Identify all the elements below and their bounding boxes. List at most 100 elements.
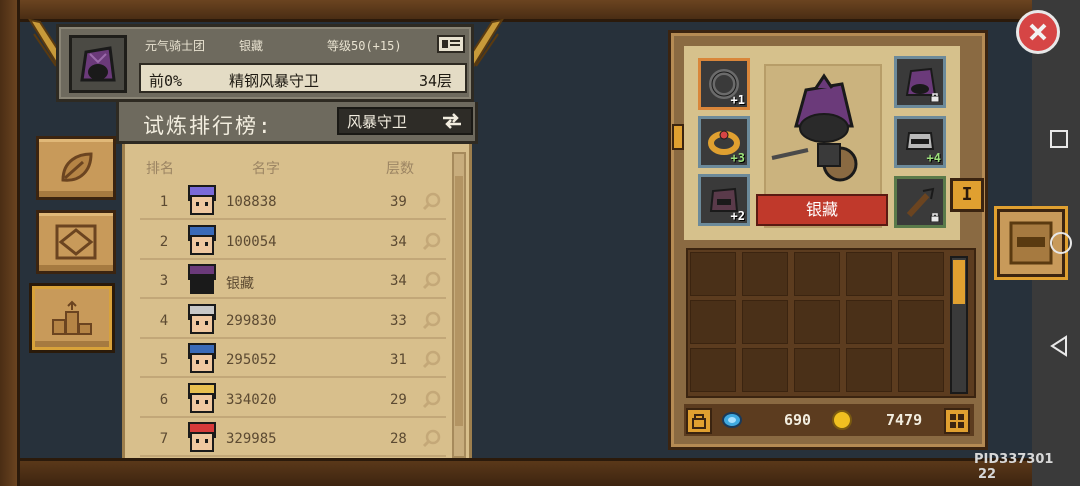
inventory-slot[interactable] bbox=[898, 300, 944, 344]
guild-name: 元气骑士团 bbox=[145, 39, 206, 53]
close-button[interactable] bbox=[1016, 10, 1060, 54]
tab-ranking[interactable] bbox=[32, 286, 112, 350]
equip-slot-weapon[interactable] bbox=[894, 176, 946, 228]
equip-slot-ring-1[interactable]: +1 bbox=[698, 58, 750, 110]
inventory-slot[interactable] bbox=[846, 252, 892, 296]
recent-apps-icon[interactable] bbox=[1048, 128, 1070, 150]
row-rank: 4 bbox=[159, 312, 169, 329]
equip-slot-hood[interactable] bbox=[894, 56, 946, 108]
magnifier-icon[interactable] bbox=[422, 429, 442, 449]
row-player-name: 295052 bbox=[226, 352, 277, 368]
storage-button[interactable] bbox=[686, 408, 712, 434]
inventory-slot[interactable] bbox=[846, 348, 892, 392]
lock-icon bbox=[930, 93, 940, 102]
purple-hair-avatar-icon bbox=[188, 185, 216, 215]
row-floor: 31 bbox=[390, 352, 407, 368]
magnifier-icon[interactable] bbox=[422, 232, 442, 252]
row-floor: 34 bbox=[390, 273, 407, 289]
coin-count: 7479 bbox=[886, 411, 923, 429]
gem-icon bbox=[722, 412, 742, 428]
row-player-name: 银藏 bbox=[226, 276, 254, 292]
leaderboard-row[interactable]: 3 银藏 34 bbox=[140, 261, 446, 299]
boss-select-label: 风暴守卫 bbox=[347, 112, 408, 131]
swap-arrows-icon bbox=[443, 113, 461, 129]
inventory-scroll-thumb[interactable] bbox=[953, 260, 965, 304]
leaderboard-row[interactable]: 5 295052 31 bbox=[140, 340, 446, 378]
magnifier-icon[interactable] bbox=[422, 390, 442, 410]
leaderboard-row[interactable]: 6 334020 29 bbox=[140, 380, 446, 418]
purple-hood-icon bbox=[80, 46, 116, 82]
slot-plus-level: +1 bbox=[730, 93, 745, 107]
magnifier-icon[interactable] bbox=[422, 192, 442, 212]
back-icon[interactable] bbox=[1048, 334, 1070, 358]
cap-knight-avatar-icon bbox=[188, 343, 216, 373]
leaderboard-header: 排名 名字 层数 bbox=[140, 154, 450, 180]
inventory-slot[interactable] bbox=[690, 252, 736, 296]
equip-slot-helmet[interactable]: +2 bbox=[698, 174, 750, 226]
inventory-slot[interactable] bbox=[898, 252, 944, 296]
row-player-name: 334020 bbox=[226, 391, 277, 408]
equip-slot-ring-2[interactable]: +3 bbox=[698, 116, 750, 168]
lock-icon bbox=[930, 213, 940, 222]
inventory-slot[interactable] bbox=[742, 252, 788, 296]
row-floor: 33 bbox=[390, 312, 407, 329]
lock-box-icon bbox=[692, 414, 706, 429]
red-hair-avatar-icon bbox=[188, 422, 216, 452]
row-player-name: 329985 bbox=[226, 431, 277, 447]
header-name: 名字 bbox=[252, 161, 280, 177]
inventory-slot[interactable] bbox=[846, 300, 892, 344]
best-floor: 34层 bbox=[419, 72, 453, 90]
inventory-slot[interactable] bbox=[690, 300, 736, 344]
player-avatar bbox=[69, 35, 127, 93]
row-rank: 1 bbox=[159, 194, 169, 210]
gem-count: 690 bbox=[784, 411, 812, 429]
boss-title: 精钢风暴守卫 bbox=[229, 72, 320, 90]
blonde-hat-avatar-icon bbox=[188, 382, 216, 413]
leaderboard-title: 试炼排行榜: bbox=[143, 114, 273, 138]
inventory-slot[interactable] bbox=[794, 252, 840, 296]
row-player-name: 100054 bbox=[226, 233, 277, 250]
inventory-slot[interactable] bbox=[742, 300, 788, 344]
share-icon[interactable] bbox=[437, 35, 465, 53]
diamond-icon bbox=[55, 224, 97, 260]
inventory-slot[interactable] bbox=[898, 348, 944, 392]
page-number: 22 bbox=[978, 467, 997, 482]
boss-select-button[interactable]: 风暴守卫 bbox=[337, 107, 473, 135]
pid-text: PID337301 bbox=[974, 452, 1054, 467]
slot-plus-level: +3 bbox=[730, 151, 745, 165]
row-floor: 28 bbox=[390, 431, 407, 447]
frame-bottom bbox=[0, 458, 1080, 486]
inventory-slot[interactable] bbox=[690, 348, 736, 392]
row-rank: 7 bbox=[159, 431, 169, 447]
tier-badge[interactable]: I bbox=[950, 178, 984, 212]
pid-label: PID337301 22 bbox=[974, 452, 1080, 482]
player-profile-card: 元气骑士团 银藏 等级50(+15) 前0% 精钢风暴守卫 34层 bbox=[56, 24, 474, 102]
grid-view-button[interactable] bbox=[944, 408, 970, 434]
magnifier-icon[interactable] bbox=[422, 350, 442, 370]
panel-notch bbox=[672, 124, 684, 150]
leaderboard-row[interactable]: 2 100054 34 bbox=[140, 222, 446, 260]
coin-icon bbox=[832, 410, 852, 430]
equip-slot-armor[interactable]: +4 bbox=[894, 116, 946, 168]
inventory-slot[interactable] bbox=[794, 300, 840, 344]
inventory-slot[interactable] bbox=[794, 348, 840, 392]
row-floor: 34 bbox=[390, 233, 407, 250]
row-player-name: 108838 bbox=[226, 194, 277, 210]
currency-bar: 690 7479 bbox=[684, 404, 974, 436]
leaderboard-scrollbar[interactable] bbox=[452, 152, 466, 458]
magnifier-icon[interactable] bbox=[422, 271, 442, 291]
row-rank: 5 bbox=[159, 352, 169, 368]
leaderboard-row[interactable]: 4 299830 33 bbox=[140, 301, 446, 339]
magnifier-icon[interactable] bbox=[422, 311, 442, 331]
rank-stat-bar: 前0% 精钢风暴守卫 34层 bbox=[139, 63, 467, 93]
home-icon[interactable] bbox=[1048, 230, 1074, 256]
inventory-scrollbar[interactable] bbox=[950, 256, 968, 394]
tab-talent[interactable] bbox=[36, 136, 116, 200]
leaderboard-scroll-thumb[interactable] bbox=[455, 176, 463, 426]
slot-plus-level: +4 bbox=[926, 151, 941, 165]
inventory-slot[interactable] bbox=[742, 348, 788, 392]
leaderboard-row[interactable]: 7 329985 28 bbox=[140, 419, 446, 457]
leaderboard-row[interactable]: 1 108838 39 bbox=[140, 182, 446, 220]
tab-gem[interactable] bbox=[36, 210, 116, 274]
rank-percent: 前0% bbox=[149, 72, 183, 90]
